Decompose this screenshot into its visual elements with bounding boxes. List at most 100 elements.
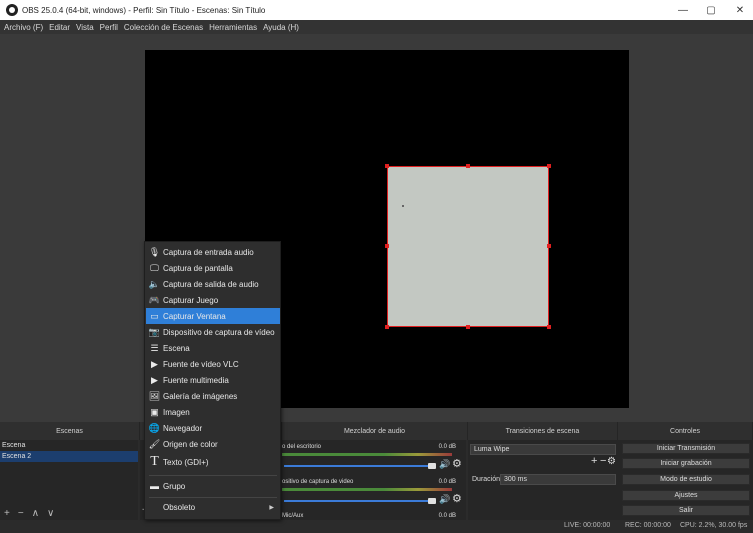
status-bar: LIVE: 00:00:00 REC: 00:00:00 CPU: 2.2%, … [0, 520, 753, 533]
resize-handle-t[interactable] [466, 164, 470, 168]
move-scene-up-button[interactable]: ∧ [32, 508, 39, 519]
menu-item-video-capture-device[interactable]: 📷 Dispositivo de captura de vídeo [146, 324, 280, 340]
menu-item-browser[interactable]: 🌐 Navegador [146, 420, 280, 436]
menu-item-label: Texto (GDI+) [163, 457, 209, 467]
image-icon: ▣ [150, 406, 159, 417]
menu-item-label: Obsoleto [163, 502, 196, 512]
window-icon: ▭ [150, 310, 159, 321]
menu-separator [149, 475, 277, 476]
minimize-button[interactable]: — [670, 0, 696, 20]
remove-transition-button[interactable]: − [600, 455, 606, 467]
resize-handle-r[interactable] [547, 244, 551, 248]
mixer-title-text: Mezclador de audio [343, 427, 406, 435]
start-recording-button[interactable]: Iniciar grabación [622, 458, 750, 469]
volume-slider-desktop[interactable] [284, 465, 428, 467]
menu-item-text-gdi[interactable]: T Texto (GDI+) [146, 452, 280, 472]
speaker-icon[interactable]: 🔊 [439, 459, 450, 470]
microphone-icon: 🎙 [148, 246, 161, 257]
close-button[interactable]: ✕ [727, 0, 753, 20]
track-name: Mic/Aux [282, 513, 304, 519]
scene-item[interactable]: Escena [0, 440, 138, 451]
speaker-icon: 🔈 [148, 278, 161, 289]
selected-source[interactable] [387, 166, 549, 327]
menu-item-window-capture[interactable]: ▭ Capturar Ventana [146, 308, 280, 324]
scene-item-active[interactable]: Escena 2 [0, 451, 138, 462]
list-icon: ☰ [150, 342, 159, 353]
menu-item-image-slideshow[interactable]: 🖼 Galería de imágenes [146, 388, 280, 404]
remove-scene-button[interactable]: − [18, 508, 24, 519]
menu-item-display-capture[interactable]: 🖵 Captura de pantalla [146, 260, 280, 276]
menu-item-image[interactable]: ▣ Imagen [146, 404, 280, 420]
menu-item-deprecated[interactable]: Obsoleto ▶ [146, 499, 280, 515]
menu-item-game-capture[interactable]: 🎮 Capturar Juego [146, 292, 280, 308]
studio-mode-button[interactable]: Modo de estudio [622, 474, 750, 485]
duration-input[interactable]: 300 ms [500, 474, 616, 485]
start-streaming-button[interactable]: Iniciar Transmisión [622, 443, 750, 454]
track-db: 0.0 dB [438, 479, 456, 485]
move-scene-down-button[interactable]: ∨ [47, 508, 54, 519]
add-scene-button[interactable]: + [4, 508, 10, 519]
menu-item-label: Escena [163, 343, 190, 353]
menu-perfil[interactable]: Perfil [100, 23, 118, 32]
resize-handle-tr[interactable] [547, 164, 551, 168]
settings-button[interactable]: Ajustes [622, 490, 750, 501]
transition-select[interactable]: Luma Wipe [470, 444, 616, 455]
resize-handle-br[interactable] [547, 325, 551, 329]
gear-icon[interactable]: ⚙ [607, 456, 616, 467]
brush-icon: 🖌 [148, 438, 161, 449]
menu-archivo[interactable]: Archivo (F) [4, 23, 43, 32]
exit-button[interactable]: Salir [622, 505, 750, 516]
obs-logo-icon [6, 4, 18, 16]
speaker-icon[interactable]: 🔊 [439, 494, 450, 505]
menu-item-scene[interactable]: ☰ Escena [146, 340, 280, 356]
menu-vista[interactable]: Vista [76, 23, 94, 32]
mixer-track-desktop: o del escritorio 0.0 dB [282, 444, 464, 450]
volume-slider-capture[interactable] [284, 500, 428, 502]
gallery-icon: 🖼 [148, 390, 161, 401]
cpu-fps: CPU: 2.2%, 30.00 fps [680, 522, 748, 529]
resize-handle-b[interactable] [466, 325, 470, 329]
maximize-button[interactable]: ▢ [698, 0, 724, 20]
menu-item-label: Fuente multimedia [163, 375, 229, 385]
submenu-arrow-icon: ▶ [269, 504, 274, 511]
scenes-title-text: Escenas [56, 427, 83, 435]
volume-knob[interactable] [428, 463, 436, 469]
add-transition-button[interactable]: + [591, 455, 597, 467]
play-icon: ▶ [151, 358, 158, 369]
globe-icon: 🌐 [148, 422, 161, 433]
volume-knob[interactable] [428, 498, 436, 504]
audio-meter [282, 488, 452, 491]
gamepad-icon: 🎮 [148, 294, 161, 305]
menu-item-label: Navegador [163, 423, 203, 433]
gear-icon[interactable]: ⚙ [452, 457, 462, 470]
menu-item-group[interactable]: ▬ Grupo [146, 478, 280, 494]
menu-item-label: Capturar Ventana [163, 311, 226, 321]
menu-item-vlc-source[interactable]: ▶ Fuente de vídeo VLC [146, 356, 280, 372]
menu-ayuda[interactable]: Ayuda (H) [263, 23, 299, 32]
transitions-title-text: Transiciones de escena [505, 427, 580, 435]
resize-handle-bl[interactable] [385, 325, 389, 329]
add-source-menu: 🎙 Captura de entrada audio 🖵 Captura de pa… [144, 241, 281, 520]
menu-item-audio-output[interactable]: 🔈 Captura de salida de audio [146, 276, 280, 292]
menu-item-label: Imagen [163, 407, 190, 417]
gear-icon[interactable]: ⚙ [452, 492, 462, 505]
menu-item-label: Captura de salida de audio [163, 279, 259, 289]
menu-separator [149, 497, 277, 498]
menu-herramientas[interactable]: Herramientas [209, 23, 257, 32]
scenes-dock-title: Escenas [0, 422, 140, 440]
menu-item-audio-input[interactable]: 🎙 Captura de entrada audio [146, 244, 280, 260]
controls-dock-title: Controles [618, 422, 753, 440]
menu-coleccion-escenas[interactable]: Colección de Escenas [124, 23, 203, 32]
track-db: 0.0 dB [438, 444, 456, 450]
transitions-dock-title: Transiciones de escena [468, 422, 618, 440]
source-speck [402, 205, 404, 207]
window-title: OBS 25.0.4 (64-bit, windows) - Perfil: S… [22, 5, 266, 15]
menu-editar[interactable]: Editar [49, 23, 70, 32]
menu-item-color-source[interactable]: 🖌 Origen de color [146, 436, 280, 452]
resize-handle-tl[interactable] [385, 164, 389, 168]
menu-item-label: Captura de pantalla [163, 263, 233, 273]
menu-item-media-source[interactable]: ▶ Fuente multimedia [146, 372, 280, 388]
audio-meter [282, 453, 452, 456]
play-icon: ▶ [151, 374, 158, 385]
resize-handle-l[interactable] [385, 244, 389, 248]
